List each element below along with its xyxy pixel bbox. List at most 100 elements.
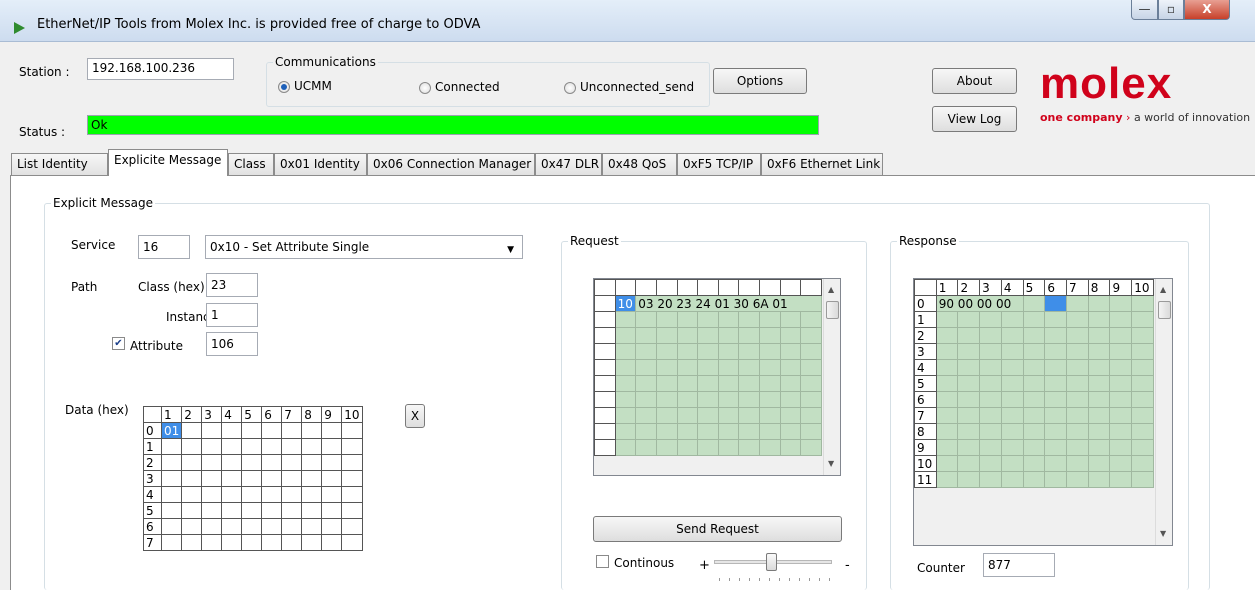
response-grid-cell[interactable] — [1131, 455, 1154, 472]
response-grid-cell[interactable] — [1087, 423, 1111, 440]
request-grid-cell[interactable] — [697, 375, 719, 392]
data-grid-cell[interactable] — [160, 486, 183, 503]
send-request-button[interactable]: Send Request — [593, 516, 842, 542]
request-grid-cell[interactable] — [676, 439, 699, 456]
tab-list-identity[interactable]: List Identity — [11, 153, 108, 175]
request-grid-cell[interactable] — [759, 407, 781, 424]
response-grid-cell[interactable] — [1044, 295, 1068, 312]
data-grid-cell[interactable] — [261, 438, 283, 455]
request-grid-cell[interactable] — [635, 359, 657, 376]
response-grid-cell[interactable] — [1109, 439, 1133, 456]
response-grid-cell[interactable] — [979, 327, 1002, 344]
response-grid-cell[interactable] — [1022, 295, 1046, 312]
data-grid-cell[interactable] — [160, 470, 183, 487]
response-grid-cell[interactable] — [1131, 343, 1154, 360]
request-grid-cell[interactable] — [800, 423, 822, 440]
request-grid-cell[interactable] — [779, 375, 802, 392]
data-grid-cell[interactable] — [301, 470, 323, 487]
response-grid-cell[interactable] — [1087, 311, 1111, 328]
response-grid-cell[interactable] — [1000, 311, 1024, 328]
data-grid-cell[interactable] — [181, 438, 203, 455]
response-grid-cell[interactable] — [979, 407, 1002, 424]
data-grid-cell[interactable] — [221, 470, 243, 487]
scroll-down-icon[interactable]: ▼ — [828, 459, 834, 468]
data-grid-cell[interactable] — [301, 454, 323, 471]
request-grid-cell[interactable] — [676, 375, 699, 392]
attribute-checkbox[interactable]: ✔ — [112, 337, 125, 350]
response-grid-cell[interactable] — [979, 391, 1002, 408]
data-grid-cell[interactable] — [221, 534, 243, 551]
minimize-button[interactable]: — — [1131, 0, 1158, 20]
data-grid-cell[interactable] — [341, 486, 363, 503]
request-grid-cell[interactable] — [614, 311, 637, 328]
response-grid-cell[interactable] — [957, 311, 981, 328]
response-grid-cell[interactable] — [1087, 439, 1111, 456]
request-grid-cell[interactable] — [655, 375, 678, 392]
tab-tcp-ip[interactable]: 0xF5 TCP/IP — [677, 153, 761, 175]
response-grid-cell[interactable] — [1000, 439, 1024, 456]
response-grid-cell[interactable] — [1044, 407, 1068, 424]
data-grid-cell[interactable] — [321, 438, 343, 455]
response-grid-cell[interactable] — [979, 343, 1002, 360]
data-grid-cell[interactable] — [221, 422, 243, 439]
request-grid-cell[interactable] — [635, 391, 657, 408]
data-grid-cell[interactable] — [281, 422, 303, 439]
data-grid-cell[interactable] — [241, 534, 263, 551]
response-grid-cell[interactable] — [1066, 455, 1089, 472]
class-input[interactable]: 23 — [206, 273, 258, 297]
request-grid-cell[interactable] — [676, 423, 699, 440]
request-grid-cell[interactable] — [676, 311, 699, 328]
request-grid-cell[interactable] — [779, 327, 802, 344]
request-grid-cell[interactable] — [614, 327, 637, 344]
response-grid-cell[interactable] — [1000, 375, 1024, 392]
request-grid-cell[interactable] — [655, 359, 678, 376]
data-grid-cell[interactable] — [321, 534, 343, 551]
response-grid-cell[interactable] — [1109, 295, 1133, 312]
response-grid-cell[interactable] — [957, 407, 981, 424]
response-grid-cell[interactable] — [1044, 327, 1068, 344]
request-grid-cell[interactable] — [697, 391, 719, 408]
request-grid-cell[interactable] — [800, 311, 822, 328]
station-ip-input[interactable]: 192.168.100.236 — [87, 58, 234, 80]
request-grid-cell[interactable] — [614, 343, 637, 360]
request-grid-cell[interactable]: 10 — [614, 295, 637, 312]
response-grid-cell[interactable] — [1000, 327, 1024, 344]
response-grid-cell[interactable] — [1022, 471, 1046, 488]
response-grid-cell[interactable] — [1044, 439, 1068, 456]
response-grid-cell[interactable] — [1044, 455, 1068, 472]
view-log-button[interactable]: View Log — [932, 106, 1017, 132]
data-grid-cell[interactable] — [221, 486, 243, 503]
response-grid-cell[interactable] — [935, 343, 959, 360]
data-grid-cell[interactable] — [160, 438, 183, 455]
request-grid[interactable]: 10 03 20 23 24 01 30 6A 01 ▲ ▼ — [593, 278, 841, 476]
data-grid-cell[interactable] — [181, 534, 203, 551]
data-grid-cell[interactable] — [160, 534, 183, 551]
response-grid-cell[interactable] — [935, 375, 959, 392]
data-grid-cell[interactable] — [241, 422, 263, 439]
tab-connection-manager[interactable]: 0x06 Connection Manager — [367, 153, 535, 175]
response-grid-cell[interactable] — [1022, 455, 1046, 472]
response-grid-cell[interactable] — [979, 471, 1002, 488]
response-grid-cell[interactable] — [935, 439, 959, 456]
request-grid-cell[interactable] — [738, 327, 760, 344]
data-grid-cell[interactable] — [321, 454, 343, 471]
response-grid-cell[interactable] — [1066, 343, 1089, 360]
request-grid-cell[interactable] — [676, 359, 699, 376]
request-grid-cell[interactable] — [635, 311, 657, 328]
request-grid-cell[interactable] — [614, 375, 637, 392]
request-grid-cell[interactable] — [759, 327, 781, 344]
data-grid-cell[interactable] — [321, 502, 343, 519]
response-grid-cell[interactable] — [1131, 327, 1154, 344]
close-button[interactable]: X — [1184, 0, 1230, 20]
request-grid-cell[interactable] — [779, 423, 802, 440]
request-grid-cell[interactable] — [717, 359, 740, 376]
response-grid-cell[interactable] — [1022, 375, 1046, 392]
response-grid-cell[interactable] — [1131, 295, 1154, 312]
request-grid-cell[interactable] — [738, 391, 760, 408]
continous-checkbox[interactable] — [596, 555, 609, 568]
service-code-input[interactable]: 16 — [138, 235, 190, 259]
request-grid-cell[interactable] — [717, 391, 740, 408]
data-grid-cell[interactable] — [201, 422, 223, 439]
response-grid-cell[interactable] — [1044, 471, 1068, 488]
data-grid-cell[interactable] — [221, 438, 243, 455]
